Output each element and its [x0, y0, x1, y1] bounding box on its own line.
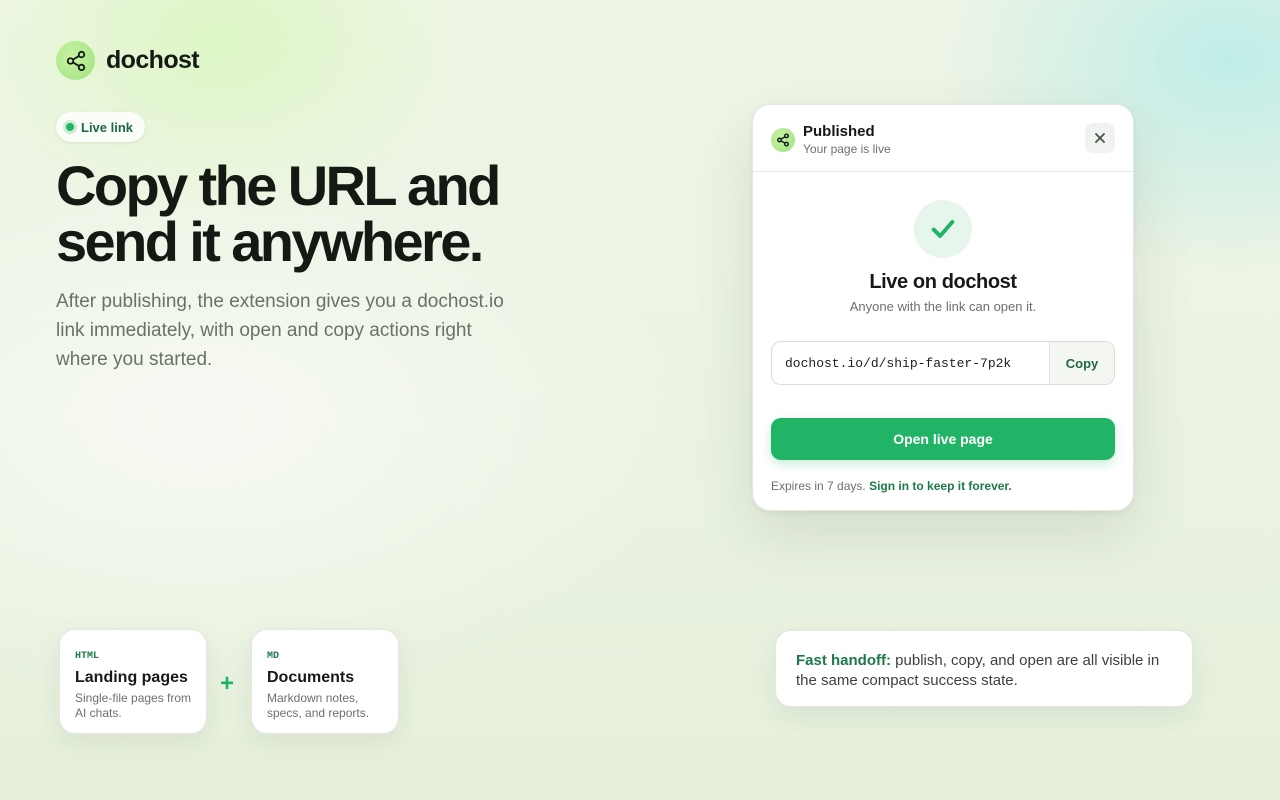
expiry-text: Expires in 7 days.	[771, 479, 866, 493]
format-card-md: MD Documents Markdown notes, specs, and …	[251, 629, 399, 734]
dialog-title: Published	[803, 123, 875, 140]
check-icon	[931, 220, 955, 238]
status-title: Live on dochost	[869, 271, 1017, 293]
format-description: Single-file pages from AI chats.	[75, 691, 192, 720]
live-dot-icon	[66, 123, 74, 131]
published-dialog: Published Your page is live Live on doch…	[752, 104, 1134, 511]
hero-headline: Copy the URL and send it anywhere.	[56, 158, 616, 270]
live-link-badge: Live link	[56, 112, 146, 142]
share-icon	[56, 41, 95, 80]
status-subtitle: Anyone with the link can open it.	[849, 299, 1037, 314]
share-icon	[771, 128, 795, 152]
expiry-note: Expires in 7 days. Sign in to keep it fo…	[771, 479, 1012, 493]
handoff-callout: Fast handoff: publish, copy, and open ar…	[775, 630, 1193, 707]
format-tag: HTML	[75, 651, 100, 662]
format-title: Documents	[267, 669, 355, 686]
headline-line-2: send it anywhere.	[56, 210, 484, 273]
callout-lead: Fast handoff:	[796, 652, 891, 669]
url-copy-group: Copy	[771, 341, 1115, 385]
dialog-header: Published Your page is live	[753, 105, 1133, 172]
sign-in-link[interactable]: Sign in to keep it forever.	[869, 479, 1012, 493]
close-icon	[1095, 133, 1105, 143]
hero-subtext: After publishing, the extension gives yo…	[56, 291, 504, 370]
brand-name: dochost	[106, 46, 200, 74]
success-badge	[914, 200, 972, 258]
brand[interactable]: dochost	[56, 41, 200, 80]
open-live-page-button[interactable]: Open live page	[771, 418, 1115, 460]
url-input[interactable]	[772, 342, 1049, 384]
format-card-html: HTML Landing pages Single-file pages fro…	[59, 629, 207, 734]
copy-button[interactable]: Copy	[1049, 342, 1114, 384]
close-button[interactable]	[1085, 123, 1115, 153]
format-title: Landing pages	[75, 669, 188, 686]
dialog-subtitle: Your page is live	[803, 142, 891, 156]
plus-icon: +	[220, 670, 235, 697]
format-tag: MD	[267, 651, 280, 662]
live-link-label: Live link	[81, 119, 134, 135]
headline-line-1: Copy the URL and	[56, 154, 501, 217]
format-description: Markdown notes, specs, and reports.	[267, 691, 370, 720]
